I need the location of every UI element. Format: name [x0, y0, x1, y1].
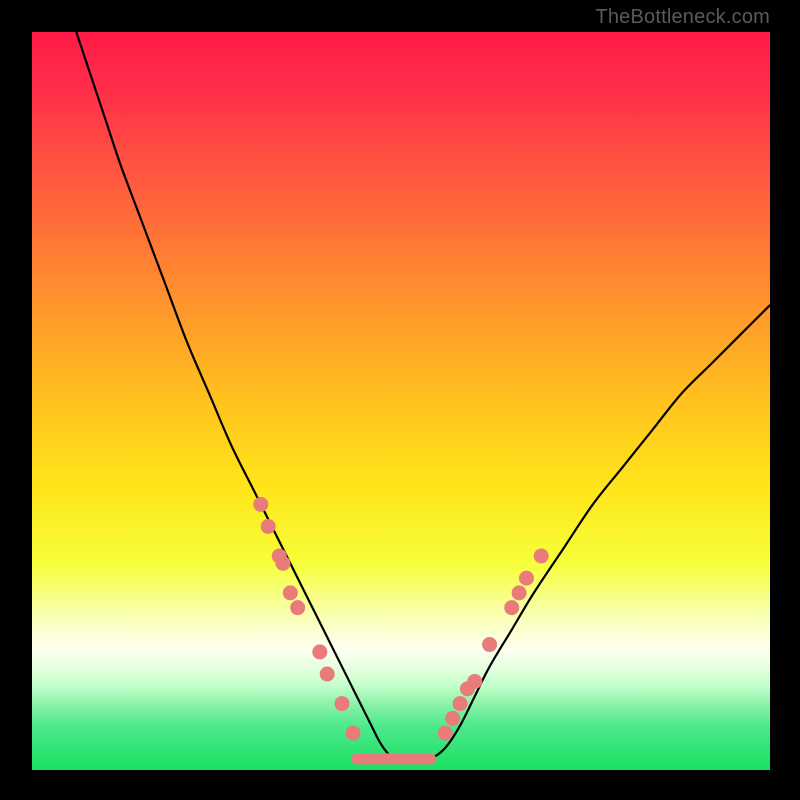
curve-layer	[32, 32, 770, 770]
bottleneck-curve	[76, 32, 770, 763]
data-dot	[290, 600, 305, 615]
data-dot	[482, 637, 497, 652]
data-dot	[312, 644, 327, 659]
data-dot	[261, 519, 276, 534]
data-dot	[320, 667, 335, 682]
data-dot	[283, 585, 298, 600]
data-dot	[445, 711, 460, 726]
data-dots	[253, 497, 548, 741]
chart-frame: TheBottleneck.com	[0, 0, 800, 800]
data-dot	[512, 585, 527, 600]
data-dot	[334, 696, 349, 711]
plot-area	[32, 32, 770, 770]
data-dot	[504, 600, 519, 615]
data-dot	[346, 726, 361, 741]
watermark-text: TheBottleneck.com	[595, 6, 770, 29]
data-dot	[275, 556, 290, 571]
data-dot	[534, 548, 549, 563]
data-dot	[467, 674, 482, 689]
data-dot	[519, 571, 534, 586]
data-dot	[438, 726, 453, 741]
data-dot	[253, 497, 268, 512]
data-dot	[453, 696, 468, 711]
